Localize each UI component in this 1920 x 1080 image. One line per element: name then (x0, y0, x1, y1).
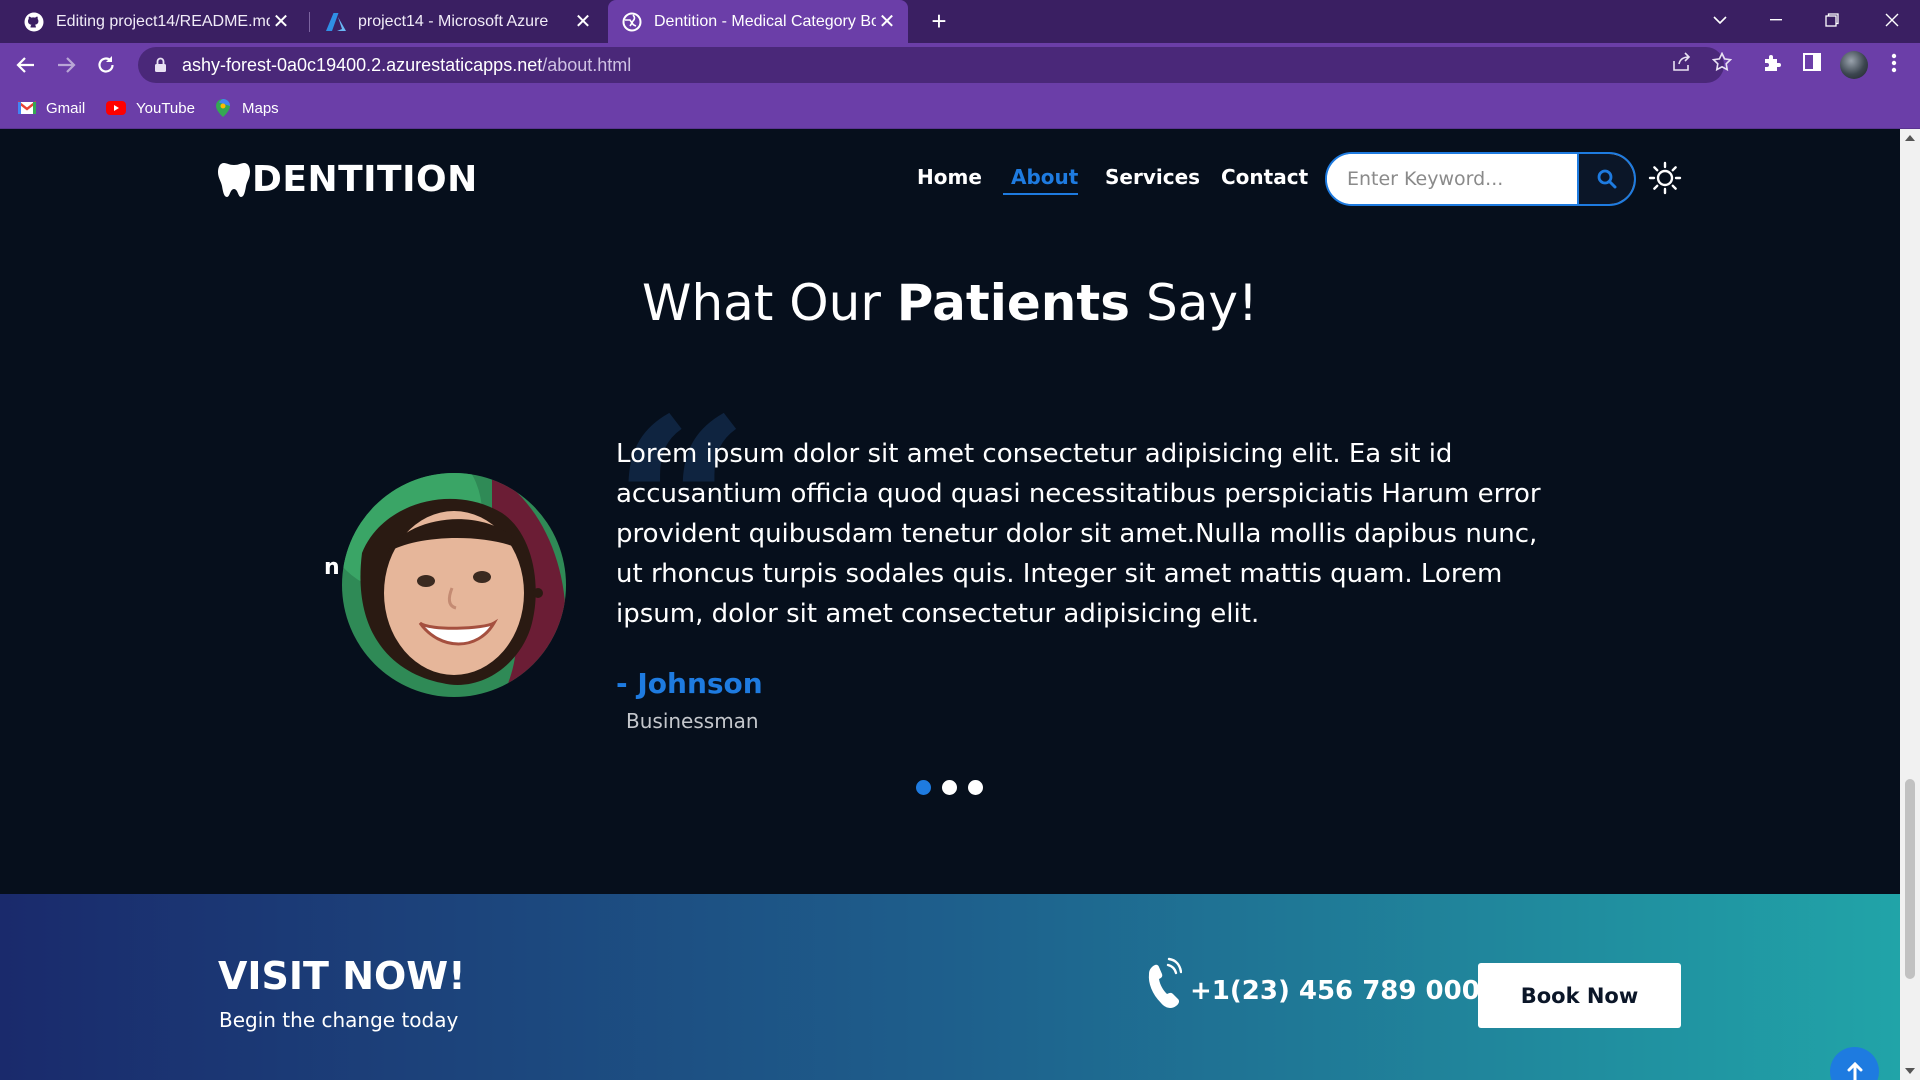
theme-toggle-sun-icon[interactable] (1648, 161, 1682, 195)
carousel-dots (916, 780, 983, 795)
bookmark-maps[interactable]: Maps (214, 95, 279, 121)
side-panel-icon[interactable] (1800, 53, 1824, 77)
bookmark-star-icon[interactable] (1711, 51, 1733, 72)
search-button[interactable] (1577, 154, 1634, 204)
logo-text: DENTITION (252, 159, 478, 200)
browser-toolbar: ashy-forest-0a0c19400.2.azurestaticapps.… (0, 43, 1920, 87)
tab-title: project14 - Microsoft Azure (358, 12, 549, 30)
site-logo[interactable]: DENTITION (218, 159, 478, 200)
scrollbar-thumb[interactable] (1905, 779, 1915, 979)
nav-home[interactable]: Home (917, 165, 982, 189)
menu-kebab-icon[interactable] (1882, 53, 1906, 77)
bookmark-youtube[interactable]: YouTube (106, 95, 195, 121)
search-input[interactable] (1327, 154, 1577, 204)
phone-number[interactable]: +1(23) 456 789 0000 (1190, 976, 1498, 1006)
share-icon[interactable] (1672, 52, 1692, 72)
page-scrollbar[interactable] (1900, 129, 1920, 1080)
carousel-dot-3[interactable] (968, 780, 983, 795)
bookmark-label: Gmail (46, 99, 86, 117)
tab-title: Editing project14/README.md at (56, 12, 270, 30)
nav-contact[interactable]: Contact (1221, 165, 1308, 189)
bookmark-gmail[interactable]: Gmail (18, 95, 85, 121)
search-icon (1597, 169, 1616, 189)
gmail-icon (18, 101, 36, 115)
minimize-button[interactable] (1748, 0, 1804, 40)
bookmark-label: YouTube (136, 99, 195, 117)
tab-separator (309, 12, 310, 32)
bookmark-label: Maps (242, 99, 279, 117)
scroll-up-arrow-icon[interactable] (1905, 135, 1915, 141)
github-icon (24, 12, 44, 32)
patient-avatar (342, 473, 566, 697)
testimonial-role: Businessman (626, 709, 759, 733)
cta-subtitle: Begin the change today (219, 1008, 459, 1032)
tab-title: Dentition - Medical Category Boo (654, 12, 876, 30)
carousel-dot-2[interactable] (942, 780, 957, 795)
new-tab-button[interactable]: + (924, 6, 954, 36)
webpage: DENTITION Home About Services Contact Wh… (0, 129, 1900, 1080)
testimonial-author: - Johnson (616, 667, 763, 700)
reload-icon[interactable] (90, 49, 122, 81)
restore-button[interactable] (1804, 0, 1860, 40)
close-window-button[interactable] (1864, 0, 1920, 40)
url-host: ashy-forest-0a0c19400.2.azurestaticapps.… (182, 54, 543, 75)
url-path: /about.html (542, 54, 632, 75)
close-tab-icon[interactable]: ✕ (572, 9, 594, 34)
testimonials-heading: What Our Patients Say! (0, 274, 1900, 332)
bookmarks-bar: Gmail YouTube Maps (0, 87, 1920, 129)
previous-slide-peek-text: n (324, 555, 340, 580)
tab-dentition[interactable]: Dentition - Medical Category Boo ✕ (608, 0, 908, 43)
lock-icon[interactable] (154, 57, 168, 73)
browser-tab-bar: Editing project14/README.md at ✕ project… (0, 0, 1920, 43)
tab-azure[interactable]: project14 - Microsoft Azure ✕ (312, 0, 604, 43)
maps-icon (214, 99, 232, 117)
testimonial-quote: Lorem ipsum dolor sit amet consectetur a… (616, 439, 1541, 629)
azure-icon (326, 12, 346, 32)
phone-icon (1148, 957, 1182, 1008)
extensions-puzzle-icon[interactable] (1760, 53, 1784, 77)
heading-bold: Patients (896, 274, 1131, 332)
tooth-icon (218, 162, 250, 197)
heading-pre: What Our (642, 274, 897, 332)
youtube-icon (106, 101, 126, 115)
globe-icon (622, 12, 642, 32)
address-bar[interactable]: ashy-forest-0a0c19400.2.azurestaticapps.… (138, 47, 1724, 83)
arrow-up-icon (1847, 1061, 1862, 1080)
book-now-button[interactable]: Book Now (1478, 963, 1681, 1028)
carousel-dot-1[interactable] (916, 780, 931, 795)
close-tab-icon[interactable]: ✕ (270, 9, 292, 34)
back-arrow-icon[interactable] (10, 49, 42, 81)
profile-avatar[interactable] (1840, 51, 1868, 79)
close-tab-icon[interactable]: ✕ (876, 9, 898, 34)
scroll-down-arrow-icon[interactable] (1905, 1068, 1915, 1074)
tab-search-chevron-icon[interactable] (1692, 0, 1748, 40)
forward-arrow-icon[interactable] (50, 49, 82, 81)
tab-github-readme[interactable]: Editing project14/README.md at ✕ (10, 0, 302, 43)
active-nav-underline (1003, 193, 1078, 195)
cta-title: VISIT NOW! (218, 954, 466, 998)
heading-post: Say! (1130, 274, 1258, 332)
visit-now-banner: VISIT NOW! Begin the change today +1(23)… (0, 894, 1900, 1080)
nav-services[interactable]: Services (1105, 165, 1200, 189)
url-text: ashy-forest-0a0c19400.2.azurestaticapps.… (182, 55, 631, 76)
nav-about[interactable]: About (1011, 165, 1078, 189)
search-box (1325, 152, 1636, 206)
